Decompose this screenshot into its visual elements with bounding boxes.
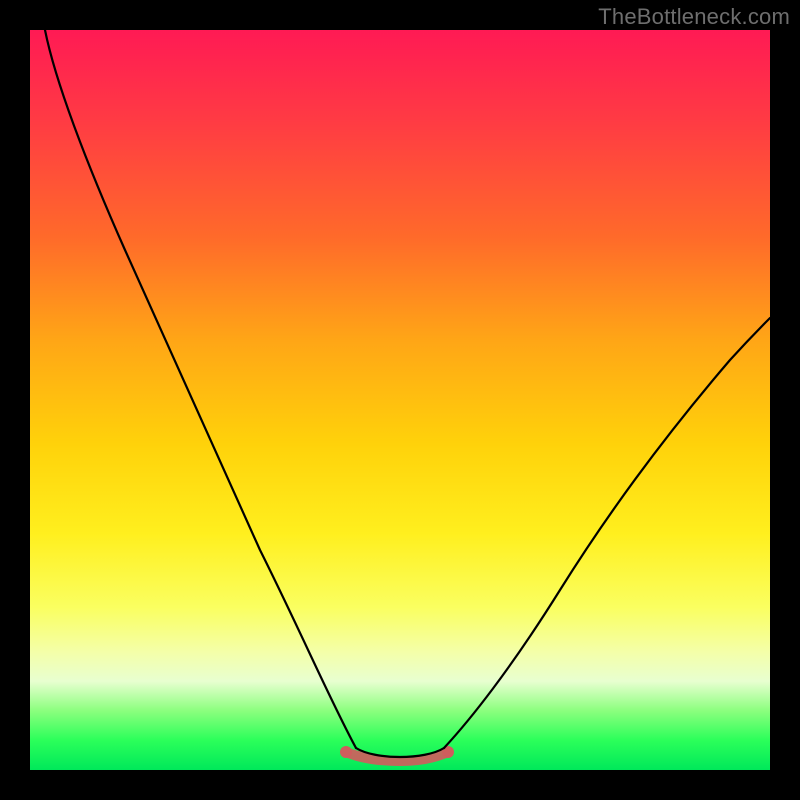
watermark-label: TheBottleneck.com [598, 4, 790, 30]
left-descent-curve [45, 30, 356, 748]
curve-overlay [30, 30, 770, 770]
chart-frame: TheBottleneck.com [0, 0, 800, 800]
plot-area [30, 30, 770, 770]
right-ascent-curve [444, 318, 770, 748]
trough-start-dot [340, 746, 352, 758]
